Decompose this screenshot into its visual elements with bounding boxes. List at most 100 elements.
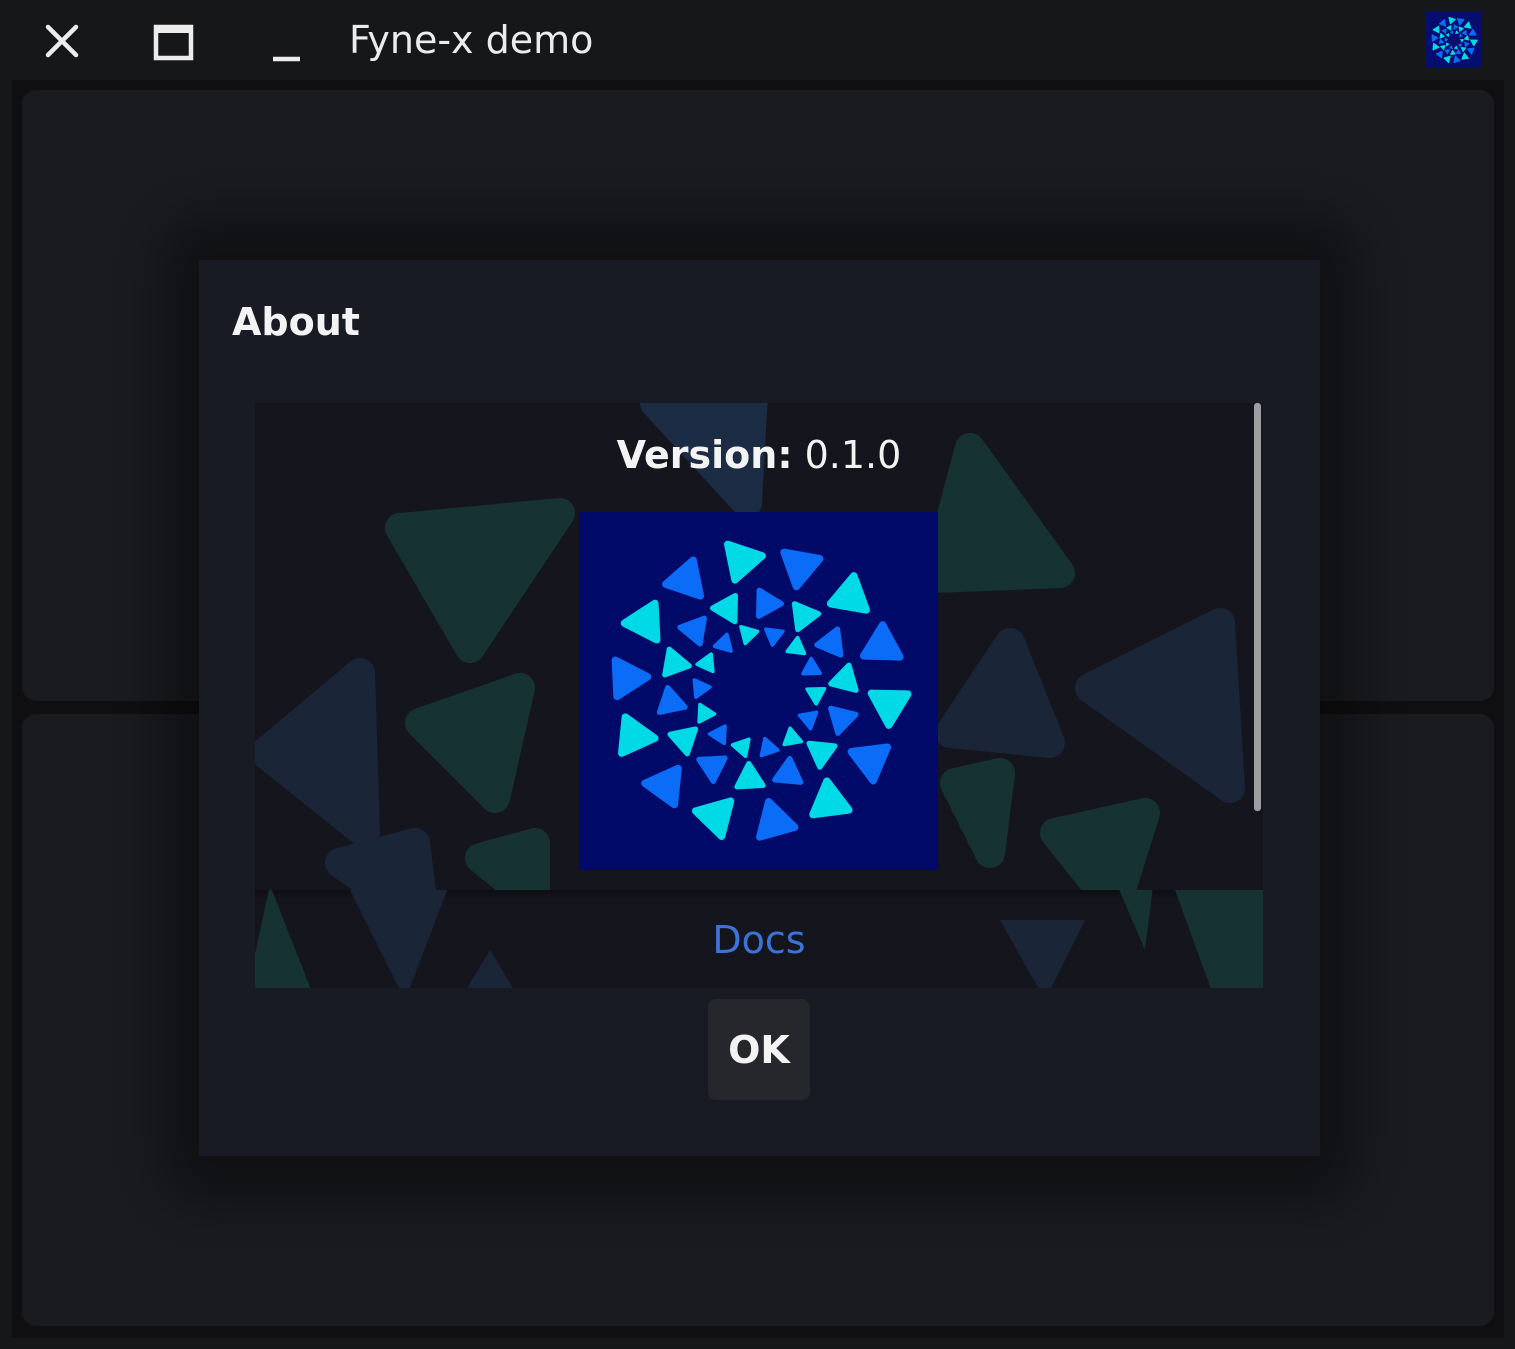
logo-triangle [667, 726, 699, 757]
logo-triangle [1461, 30, 1467, 36]
logo-triangle [1435, 50, 1443, 59]
logo-triangle [805, 686, 827, 706]
logo-triangle [1468, 28, 1477, 36]
logo-triangle [1455, 30, 1459, 35]
logo-triangle [1441, 28, 1447, 34]
version-value: 0.1.0 [804, 433, 902, 477]
logo-triangle [712, 632, 733, 653]
logo-triangle [764, 627, 785, 647]
logo-triangle [1445, 33, 1450, 37]
logo-triangle [1448, 16, 1456, 25]
logo-triangle [785, 635, 807, 656]
logo-triangle [797, 710, 819, 731]
logo-triangle [759, 736, 780, 758]
version-text: Version: 0.1.0 [255, 431, 1263, 479]
fyne-logo-icon [611, 540, 912, 841]
logo-triangle [859, 621, 904, 661]
logo-triangle [756, 798, 799, 841]
logo-triangle [1438, 38, 1445, 44]
logo-triangle [1444, 37, 1449, 42]
logo-triangle [709, 592, 739, 625]
logo-triangle [1455, 49, 1462, 55]
about-dialog: About Version: 0.1.0 Docs OK [199, 260, 1320, 1156]
logo-triangle [809, 777, 853, 819]
logo-triangle [1463, 35, 1470, 41]
logo-triangle [1470, 39, 1478, 47]
about-scroll-area[interactable]: Version: 0.1.0 [255, 403, 1263, 890]
logo-triangle [782, 726, 804, 747]
logo-triangle [734, 760, 766, 790]
logo-triangle [1460, 39, 1464, 43]
logo-triangle [1458, 43, 1463, 48]
logo-triangle [691, 797, 735, 840]
logo-triangle [1438, 19, 1447, 27]
logo-triangle [696, 755, 728, 784]
logo-triangle [1446, 25, 1452, 31]
logo-triangle [641, 764, 682, 809]
logo-triangle [618, 713, 659, 757]
logo-triangle [1449, 45, 1453, 50]
dialog-title: About [232, 300, 360, 344]
logo-triangle [806, 740, 838, 770]
maximize-icon [153, 24, 194, 61]
logo-triangle [1456, 18, 1465, 26]
logo-triangle [1450, 49, 1456, 55]
logo-triangle [814, 626, 844, 658]
logo-triangle [756, 587, 785, 619]
logo-triangle [1431, 34, 1439, 42]
logo-triangle [1461, 52, 1469, 60]
logo-triangle [662, 556, 704, 600]
logo-triangle [1464, 41, 1470, 48]
logo-triangle [1432, 42, 1440, 51]
logo-triangle [611, 656, 652, 701]
app-logo [579, 512, 938, 870]
logo-triangle [826, 572, 870, 614]
logo-triangle [780, 548, 824, 591]
logo-triangle [1439, 33, 1445, 39]
docs-link[interactable]: Docs [255, 916, 1263, 964]
fyne-logo-icon [1431, 16, 1478, 64]
logo-triangle [791, 601, 822, 633]
logo-triangle [1463, 21, 1472, 29]
logo-triangle [697, 702, 717, 724]
logo-triangle [1458, 26, 1464, 32]
close-button[interactable] [34, 14, 90, 70]
logo-triangle [677, 615, 707, 647]
scrollbar[interactable] [1254, 403, 1261, 811]
maximize-button[interactable] [146, 14, 202, 70]
logo-triangle [695, 652, 715, 674]
link-area: Docs [255, 890, 1263, 988]
logo-triangle [772, 755, 804, 785]
logo-triangle [724, 540, 766, 584]
logo-triangle [1432, 25, 1440, 34]
minimize-icon [273, 56, 300, 62]
logo-triangle [1467, 47, 1475, 55]
logo-triangle [828, 662, 859, 693]
ok-button[interactable]: OK [708, 999, 810, 1100]
window-title: Fyne-x demo [349, 18, 594, 62]
logo-triangle [1453, 55, 1461, 64]
logo-triangle [1440, 44, 1446, 51]
logo-triangle [707, 724, 727, 746]
logo-triangle [867, 689, 912, 729]
app-icon [1426, 12, 1482, 68]
logo-triangle [1449, 30, 1454, 35]
minimize-button[interactable] [258, 14, 314, 70]
logo-triangle [1453, 24, 1459, 30]
logo-triangle [828, 705, 859, 736]
logo-triangle [847, 743, 892, 785]
title-bar: Fyne-x demo [0, 0, 1515, 80]
logo-triangle [1459, 33, 1463, 38]
logo-triangle [801, 656, 822, 676]
version-label: Version: [616, 433, 793, 477]
logo-triangle [1460, 47, 1467, 53]
close-icon [45, 24, 79, 58]
logo-triangle [1445, 42, 1450, 47]
logo-triangle [656, 684, 688, 715]
logo-triangle [730, 737, 751, 759]
logo-triangle [1444, 49, 1450, 55]
logo-triangle [1443, 55, 1451, 64]
logo-triangle [739, 624, 760, 646]
logo-triangle [1454, 45, 1458, 50]
logo-triangle [620, 599, 661, 644]
